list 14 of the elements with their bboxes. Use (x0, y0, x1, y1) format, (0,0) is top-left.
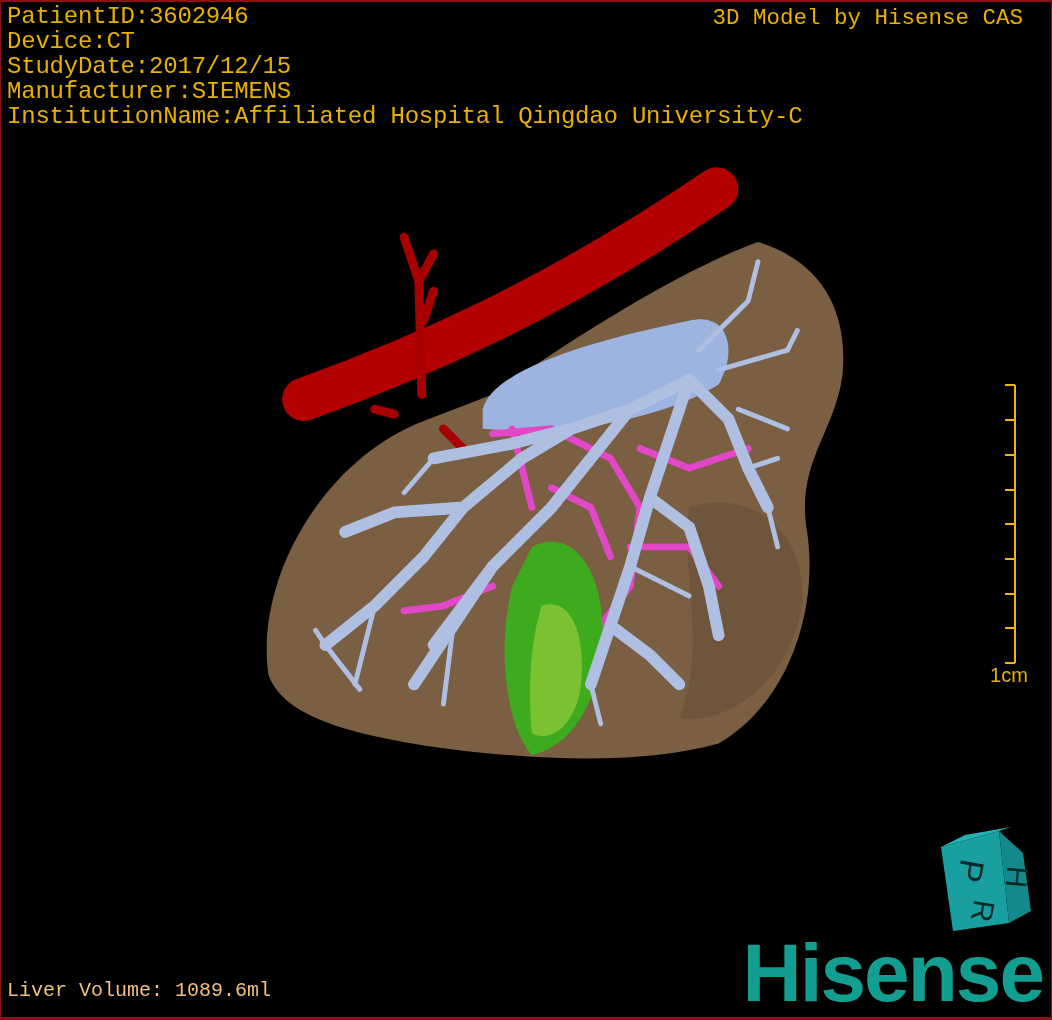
study-info-text: Device:CT (7, 29, 135, 54)
orientation-cube-icon (941, 827, 1031, 931)
study-info-text: Manufacturer:SIEMENS (7, 79, 292, 104)
scale-label: 1cm (990, 664, 1028, 686)
orientation-letter: P (950, 856, 992, 886)
scale-ruler-icon (1004, 384, 1016, 664)
study-info-text: InstitutionName:Affiliated Hospital Qingdao University-C (7, 104, 803, 129)
orientation-letter: H (999, 864, 1035, 890)
study-info-text: StudyDate:2017/12/15 (7, 54, 292, 79)
liver-volume-text: Liver Volume: 1089.6ml (7, 979, 272, 1003)
orientation-letter: R (964, 897, 1002, 925)
credit-text: 3D Model by Hisense CAS (712, 4, 1023, 32)
study-info-text: PatientID:3602946 (7, 4, 249, 29)
brand-logo: Hisense (742, 935, 1043, 1011)
